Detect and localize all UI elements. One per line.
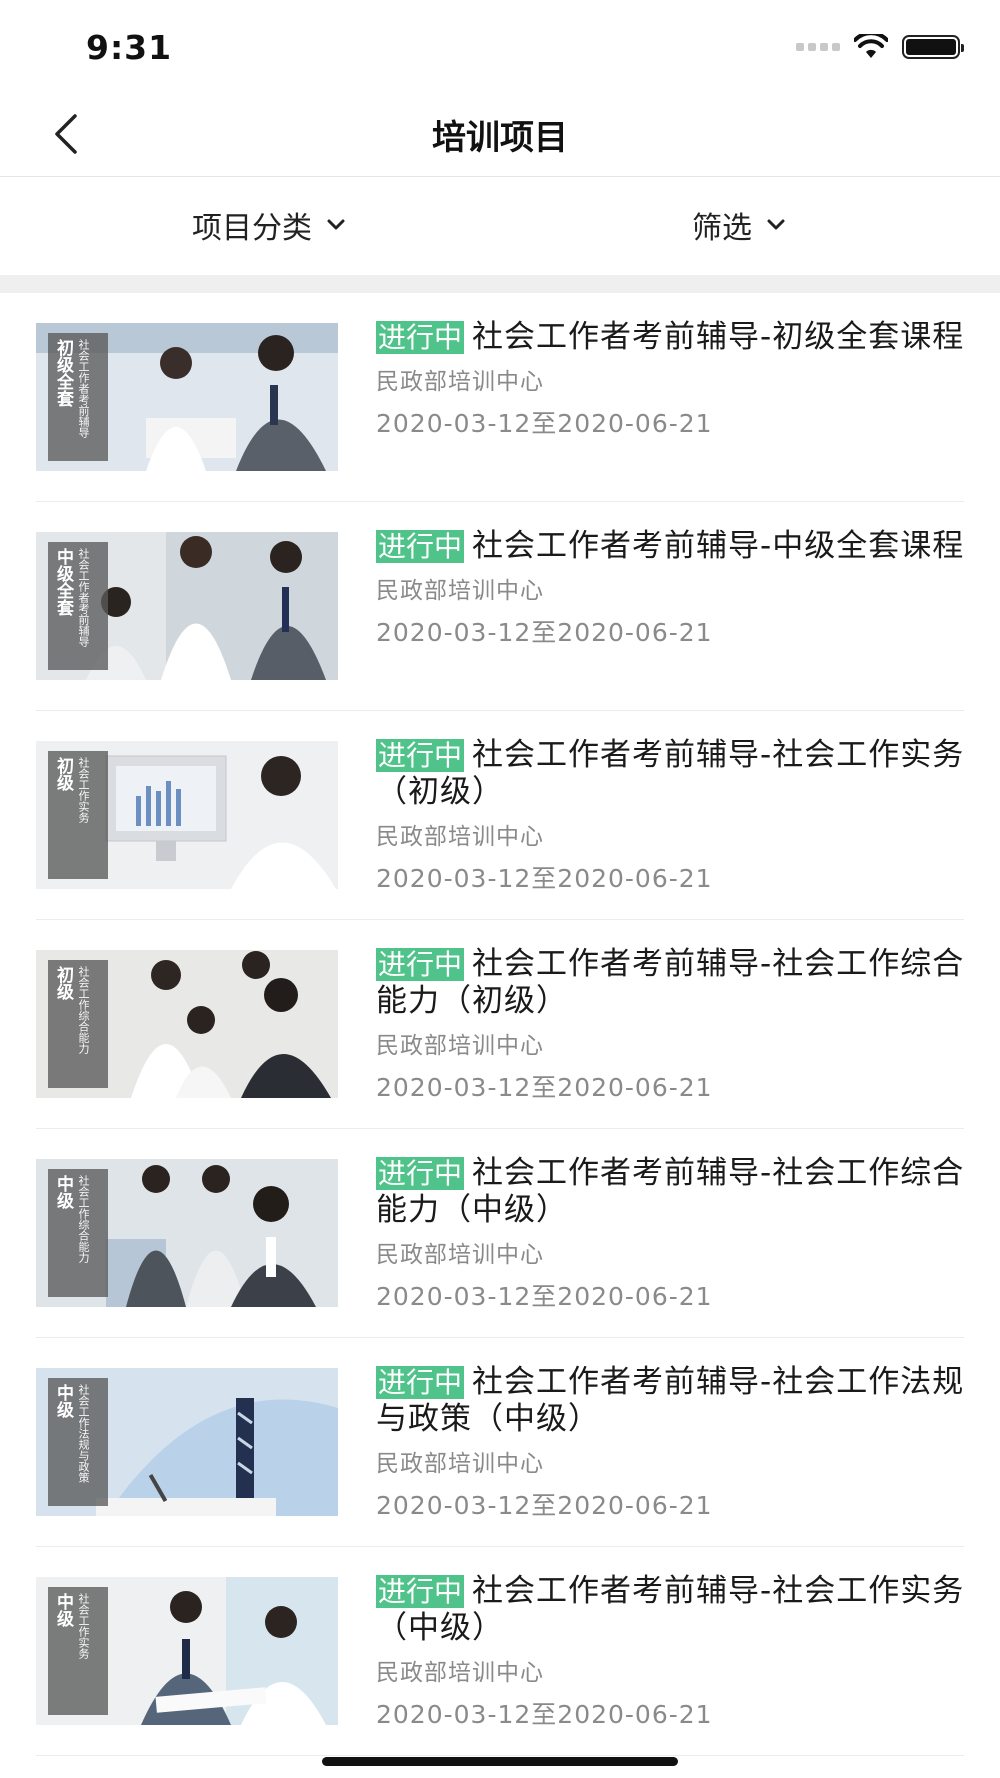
course-title: 进行中 社会工作者考前辅导-社会工作实务（初级）	[376, 737, 965, 810]
thumbnail-label: 中级 社会工作法规与政策	[48, 1378, 108, 1506]
status-bar: 9:31	[0, 0, 1000, 92]
course-title: 进行中 社会工作者考前辅导-社会工作综合能力（初级）	[376, 946, 965, 1019]
wifi-icon	[854, 34, 888, 58]
course-text: 进行中 社会工作者考前辅导-初级全套课程 民政部培训中心 2020-03-12至2…	[376, 319, 966, 440]
course-list-item[interactable]: 中级 社会工作法规与政策 进行中 社会工作者考前辅导-社会工作法规与政策（中级） …	[36, 1338, 964, 1547]
screen-filter-dropdown[interactable]: 筛选	[692, 203, 786, 247]
course-date-range: 2020-03-12至2020-06-21	[376, 1282, 713, 1311]
status-badge: 进行中	[376, 948, 465, 981]
status-badge: 进行中	[376, 530, 465, 563]
battery-icon	[902, 35, 964, 59]
course-date-range: 2020-03-12至2020-06-21	[376, 1491, 713, 1520]
course-organizer: 民政部培训中心	[376, 1033, 544, 1059]
thumbnail-label: 中级 社会工作实务	[48, 1587, 108, 1715]
screen-filter-label: 筛选	[692, 211, 752, 246]
filter-bar: 项目分类 筛选	[0, 177, 1000, 275]
status-badge: 进行中	[376, 1366, 465, 1399]
course-text: 进行中 社会工作者考前辅导-中级全套课程 民政部培训中心 2020-03-12至2…	[376, 528, 966, 649]
category-filter-dropdown[interactable]: 项目分类	[192, 203, 346, 247]
course-list: 初级全套 社会工作者考前辅导 进行中 社会工作者考前辅导-初级全套课程 民政部培训…	[0, 293, 1000, 1756]
signal-icon	[796, 43, 840, 51]
course-title: 进行中 社会工作者考前辅导-社会工作实务（中级）	[376, 1573, 965, 1646]
course-title: 进行中 社会工作者考前辅导-初级全套课程	[376, 319, 965, 355]
status-time: 9:31	[86, 28, 173, 67]
nav-bar: 培训项目	[0, 92, 1000, 177]
course-organizer: 民政部培训中心	[376, 1660, 544, 1686]
category-filter-label: 项目分类	[192, 211, 312, 246]
thumbnail-label: 中级全套 社会工作者考前辅导	[48, 542, 108, 670]
status-badge: 进行中	[376, 1157, 465, 1190]
page-title: 培训项目	[432, 118, 568, 158]
course-organizer: 民政部培训中心	[376, 578, 544, 604]
course-thumbnail: 中级 社会工作实务	[36, 1577, 338, 1725]
course-date-range: 2020-03-12至2020-06-21	[376, 1700, 713, 1729]
section-divider	[0, 275, 1000, 293]
course-thumbnail: 初级 社会工作实务	[36, 741, 338, 889]
course-organizer: 民政部培训中心	[376, 1451, 544, 1477]
status-icons	[796, 34, 964, 60]
course-text: 进行中 社会工作者考前辅导-社会工作实务（中级） 民政部培训中心 2020-03-…	[376, 1573, 966, 1731]
course-organizer: 民政部培训中心	[376, 824, 544, 850]
thumbnail-label: 中级 社会工作综合能力	[48, 1169, 108, 1297]
course-list-item[interactable]: 初级全套 社会工作者考前辅导 进行中 社会工作者考前辅导-初级全套课程 民政部培训…	[36, 293, 964, 502]
status-badge: 进行中	[376, 1575, 465, 1608]
thumbnail-label: 初级 社会工作综合能力	[48, 960, 108, 1088]
course-title: 进行中 社会工作者考前辅导-中级全套课程	[376, 528, 965, 564]
course-list-item[interactable]: 初级 社会工作综合能力 进行中 社会工作者考前辅导-社会工作综合能力（初级） 民政…	[36, 920, 964, 1129]
thumbnail-label: 初级 社会工作实务	[48, 751, 108, 879]
chevron-down-icon	[767, 219, 785, 230]
course-list-item[interactable]: 中级 社会工作实务 进行中 社会工作者考前辅导-社会工作实务（中级） 民政部培训中…	[36, 1547, 964, 1756]
course-date-range: 2020-03-12至2020-06-21	[376, 409, 713, 438]
course-title: 进行中 社会工作者考前辅导-社会工作综合能力（中级）	[376, 1155, 965, 1228]
status-badge: 进行中	[376, 321, 465, 354]
course-title: 进行中 社会工作者考前辅导-社会工作法规与政策（中级）	[376, 1364, 965, 1437]
course-thumbnail: 初级 社会工作综合能力	[36, 950, 338, 1098]
chevron-down-icon	[327, 219, 345, 230]
course-organizer: 民政部培训中心	[376, 1242, 544, 1268]
course-thumbnail: 初级全套 社会工作者考前辅导	[36, 323, 338, 471]
course-list-item[interactable]: 中级 社会工作综合能力 进行中 社会工作者考前辅导-社会工作综合能力（中级） 民政…	[36, 1129, 964, 1338]
course-date-range: 2020-03-12至2020-06-21	[376, 618, 713, 647]
course-thumbnail: 中级 社会工作法规与政策	[36, 1368, 338, 1516]
course-list-item[interactable]: 中级全套 社会工作者考前辅导 进行中 社会工作者考前辅导-中级全套课程 民政部培训…	[36, 502, 964, 711]
thumbnail-label: 初级全套 社会工作者考前辅导	[48, 333, 108, 461]
course-text: 进行中 社会工作者考前辅导-社会工作法规与政策（中级） 民政部培训中心 2020-…	[376, 1364, 966, 1522]
status-badge: 进行中	[376, 739, 465, 772]
course-date-range: 2020-03-12至2020-06-21	[376, 1073, 713, 1102]
course-list-item[interactable]: 初级 社会工作实务 进行中 社会工作者考前辅导-社会工作实务（初级） 民政部培训中…	[36, 711, 964, 920]
course-text: 进行中 社会工作者考前辅导-社会工作实务（初级） 民政部培训中心 2020-03-…	[376, 737, 966, 895]
course-thumbnail: 中级 社会工作综合能力	[36, 1159, 338, 1307]
course-text: 进行中 社会工作者考前辅导-社会工作综合能力（中级） 民政部培训中心 2020-0…	[376, 1155, 966, 1313]
course-thumbnail: 中级全套 社会工作者考前辅导	[36, 532, 338, 680]
course-text: 进行中 社会工作者考前辅导-社会工作综合能力（初级） 民政部培训中心 2020-0…	[376, 946, 966, 1104]
home-indicator	[322, 1757, 678, 1766]
course-organizer: 民政部培训中心	[376, 369, 544, 395]
course-date-range: 2020-03-12至2020-06-21	[376, 864, 713, 893]
